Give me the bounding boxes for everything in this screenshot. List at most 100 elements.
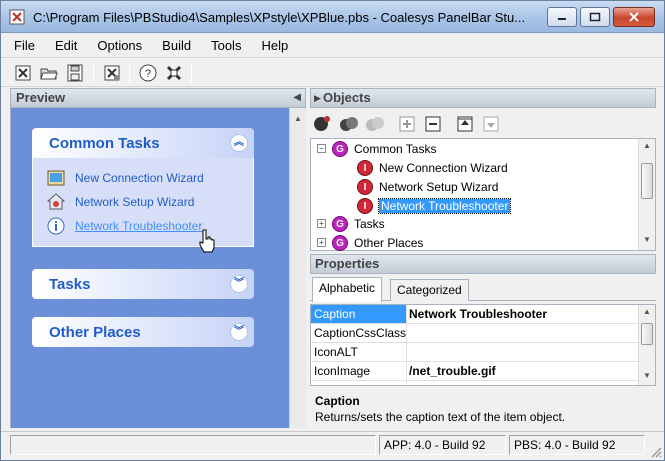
status-app-version: APP: 4.0 - Build 92 <box>379 435 506 455</box>
save-icon[interactable] <box>65 63 85 83</box>
property-value[interactable]: Network Troubleshooter <box>409 305 547 323</box>
task-network-troubleshooter[interactable]: Network Troubleshooter <box>47 214 253 238</box>
scroll-up-icon[interactable]: ▲ <box>643 141 651 150</box>
maximize-button[interactable] <box>580 7 610 27</box>
scroll-down-icon[interactable]: ▼ <box>643 371 651 380</box>
about-icon[interactable] <box>164 63 184 83</box>
maximize-icon <box>589 12 601 22</box>
expand-node-icon[interactable]: + <box>317 238 326 247</box>
help-icon[interactable]: ? <box>138 63 158 83</box>
property-grid-scrollbar[interactable]: ▲ ▼ <box>638 305 655 385</box>
property-row-iconalt[interactable]: IconALT <box>311 343 641 362</box>
property-name: ID <box>311 381 407 385</box>
chevron-down-icon[interactable]: ︾ <box>230 275 248 293</box>
close-button[interactable] <box>613 7 655 27</box>
property-name: IconImage <box>311 362 407 380</box>
item-badge-icon: I <box>357 178 373 195</box>
property-row-caption[interactable]: Caption Network Troubleshooter <box>311 305 641 324</box>
tree-node-network-troubleshooter[interactable]: I Network Troubleshooter <box>357 196 512 215</box>
task-label: New Connection Wizard <box>75 171 204 185</box>
menu-build[interactable]: Build <box>159 36 194 55</box>
new-connection-icon <box>47 170 65 186</box>
status-pane-main <box>10 435 376 455</box>
group-title: Tasks <box>49 276 91 293</box>
task-new-connection-wizard[interactable]: New Connection Wizard <box>47 166 253 190</box>
tree-node-new-connection-wizard[interactable]: I New Connection Wizard <box>357 158 508 177</box>
group-title: Other Places <box>49 324 141 341</box>
property-name: Caption <box>311 305 407 323</box>
scroll-up-icon[interactable]: ▲ <box>294 114 302 123</box>
tree-node-label: Network Setup Wizard <box>379 179 499 194</box>
minimize-button[interactable] <box>547 7 577 27</box>
preview-scrollbar[interactable]: ▲ <box>289 108 306 428</box>
tree-node-tasks[interactable]: + G Tasks <box>317 214 385 233</box>
duplicate-icon[interactable] <box>364 113 386 135</box>
scroll-thumb[interactable] <box>641 163 653 199</box>
minimize-icon <box>558 18 566 20</box>
network-setup-icon <box>47 193 65 210</box>
item-badge-icon: I <box>357 159 373 176</box>
group-body-common-tasks: New Connection Wizard Network Setup Wiza… <box>32 158 254 247</box>
expand-node-icon[interactable]: + <box>317 219 326 228</box>
scroll-thumb[interactable] <box>641 323 653 345</box>
group-title: Common Tasks <box>49 135 160 152</box>
preview-header: Preview ◀ <box>10 88 306 108</box>
status-pbs-version: PBS: 4.0 - Build 92 <box>509 435 645 455</box>
title-bar[interactable]: C:\Program Files\PBStudio4\Samples\XPsty… <box>1 1 664 33</box>
property-name: IconALT <box>311 343 407 361</box>
menu-file[interactable]: File <box>11 36 38 55</box>
hand-cursor-icon <box>199 229 215 253</box>
expand-arrow-icon[interactable]: ▶ <box>314 89 321 107</box>
menu-help[interactable]: Help <box>258 36 291 55</box>
menu-bar: File Edit Options Build Tools Help <box>1 33 664 57</box>
task-label: Network Troubleshooter <box>75 219 203 233</box>
collapse-all-icon[interactable] <box>422 113 444 135</box>
move-down-icon[interactable] <box>480 113 502 135</box>
property-row-id[interactable]: ID <box>311 381 641 385</box>
tree-node-label: Other Places <box>354 235 424 250</box>
tab-alphabetic[interactable]: Alphabetic <box>312 277 383 302</box>
objects-title: Objects <box>323 90 371 105</box>
menu-options[interactable]: Options <box>94 36 145 55</box>
chevron-down-icon[interactable]: ︾ <box>230 323 248 341</box>
main-toolbar: ? <box>1 57 664 87</box>
property-description: Caption Returns/sets the caption text of… <box>310 389 656 427</box>
svg-text:?: ? <box>145 68 151 80</box>
group-header-tasks[interactable]: Tasks ︾ <box>32 269 254 299</box>
scroll-down-icon[interactable]: ▼ <box>643 235 651 244</box>
tree-scrollbar[interactable]: ▲ ▼ <box>638 139 655 250</box>
tree-node-network-setup-wizard[interactable]: I Network Setup Wizard <box>357 177 498 196</box>
add-group-icon[interactable] <box>312 113 334 135</box>
collapse-left-icon[interactable]: ◀ <box>293 89 301 107</box>
collapse-node-icon[interactable]: − <box>317 144 326 153</box>
menu-tools[interactable]: Tools <box>208 36 244 55</box>
new-icon[interactable] <box>13 63 33 83</box>
tree-node-label: New Connection Wizard <box>379 160 508 175</box>
property-row-iconimage[interactable]: IconImage /net_trouble.gif <box>311 362 641 381</box>
chevron-up-icon[interactable]: ︽ <box>230 134 248 152</box>
properties-tabs: Alphabetic Categorized <box>310 277 656 302</box>
expand-all-icon[interactable] <box>396 113 418 135</box>
open-icon[interactable] <box>39 63 59 83</box>
tree-node-common-tasks[interactable]: − G Common Tasks <box>317 139 436 158</box>
property-value[interactable]: /net_trouble.gif <box>409 362 496 380</box>
objects-tree: − G Common Tasks I New Connection Wizard… <box>310 138 656 251</box>
menu-edit[interactable]: Edit <box>52 36 80 55</box>
group-header-common-tasks[interactable]: Common Tasks ︽ <box>32 128 254 158</box>
scroll-up-icon[interactable]: ▲ <box>643 307 651 316</box>
panel-group-tasks: Tasks ︾ <box>32 269 254 299</box>
resize-grip-icon[interactable] <box>650 446 662 458</box>
build-icon[interactable] <box>102 63 122 83</box>
panel-group-other-places: Other Places ︾ <box>32 317 254 347</box>
group-header-other-places[interactable]: Other Places ︾ <box>32 317 254 347</box>
tab-categorized[interactable]: Categorized <box>390 279 469 301</box>
move-up-icon[interactable] <box>454 113 476 135</box>
app-icon <box>9 9 25 25</box>
task-network-setup-wizard[interactable]: Network Setup Wizard <box>47 190 253 214</box>
tree-node-other-places[interactable]: + G Other Places <box>317 233 423 252</box>
property-row-captioncssclass[interactable]: CaptionCssClass <box>311 324 641 343</box>
toolbar-separator <box>191 63 192 83</box>
preview-title: Preview <box>16 90 66 105</box>
task-label: Network Setup Wizard <box>75 195 195 209</box>
add-item-icon[interactable] <box>338 113 360 135</box>
